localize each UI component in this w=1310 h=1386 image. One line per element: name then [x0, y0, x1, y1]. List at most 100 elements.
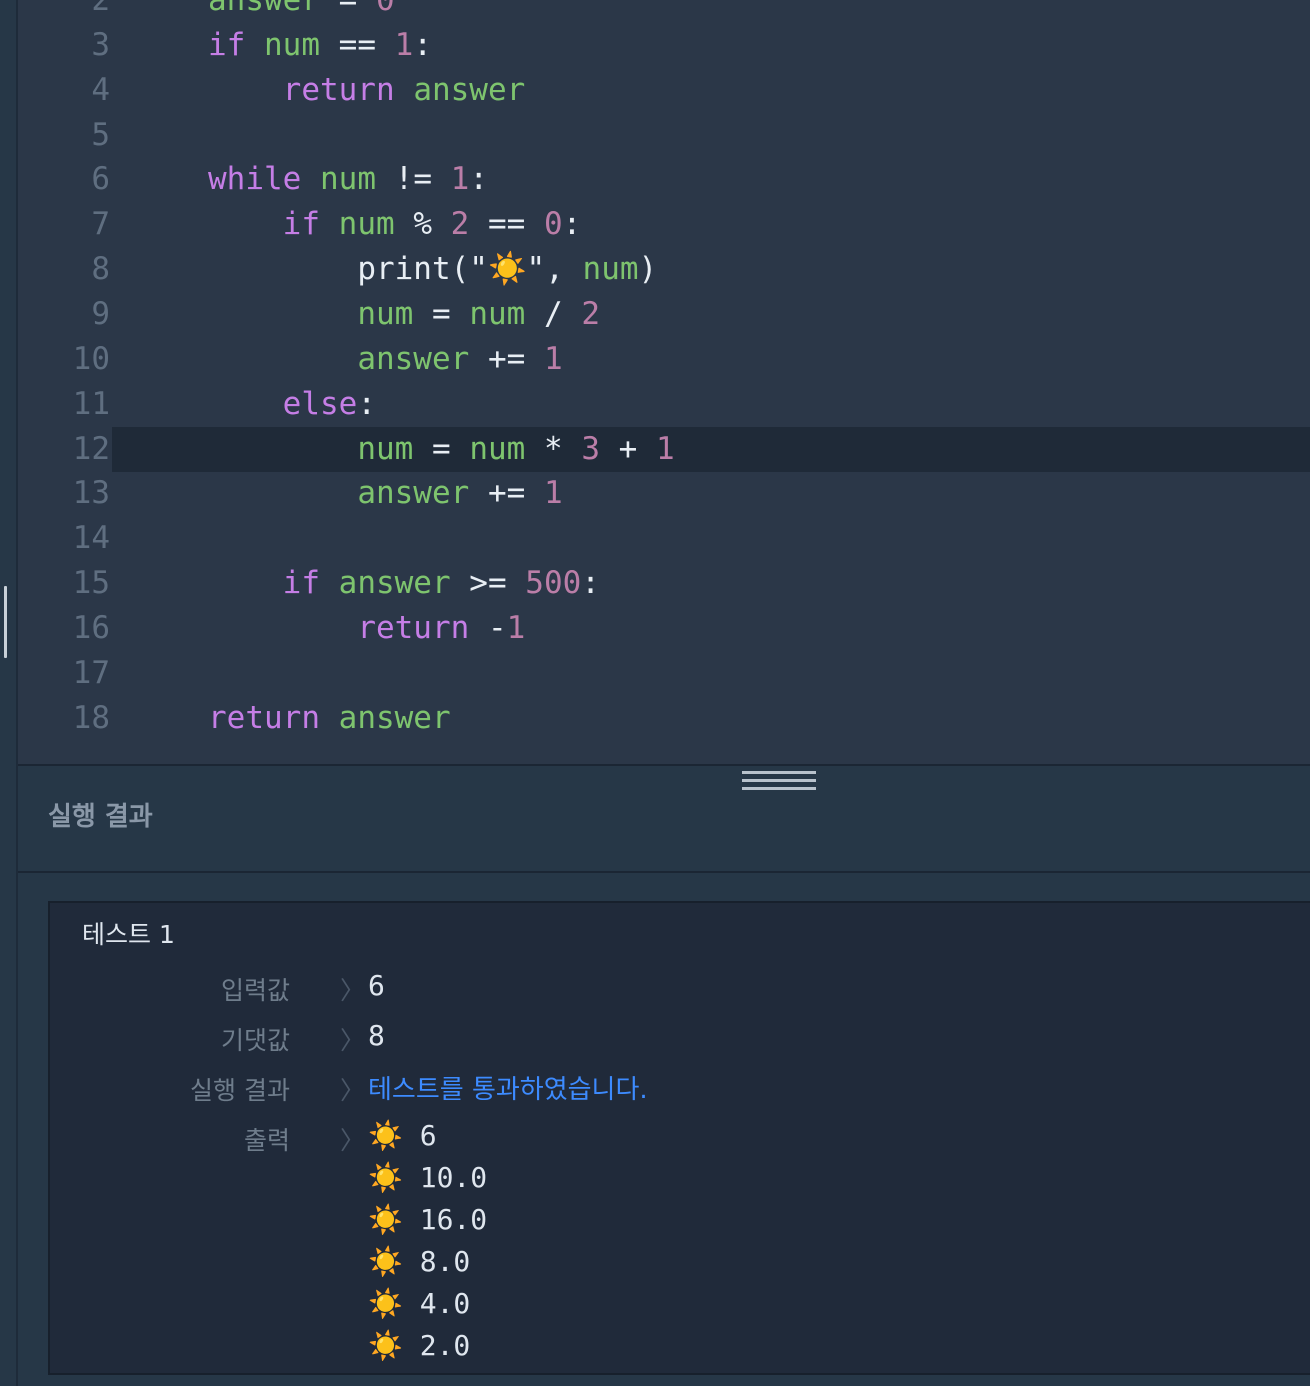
- code-token: 1: [394, 26, 414, 63]
- code-text: if answer >= 500:: [208, 561, 600, 606]
- code-token: !=: [376, 161, 451, 198]
- code-text: answer += 1: [208, 471, 563, 516]
- code-token: while: [208, 161, 302, 198]
- scroll-handle[interactable]: [4, 586, 7, 658]
- code-token: 1: [506, 609, 526, 646]
- code-token: return: [357, 609, 470, 646]
- output-line: ☀️ 10.0: [368, 1161, 488, 1194]
- line-number: 11: [72, 385, 110, 422]
- code-token: :: [562, 206, 582, 243]
- line-number: 2: [91, 0, 110, 18]
- code-token: :: [469, 161, 488, 198]
- result-header: 실행 결과: [18, 766, 1310, 873]
- code-line[interactable]: 3 if num == 1:: [18, 23, 1310, 68]
- code-line[interactable]: 16 return -1: [18, 606, 1310, 651]
- chevron-right-icon: 〉: [340, 1126, 366, 1155]
- code-token: if: [282, 565, 320, 602]
- code-line[interactable]: 7 if num % 2 == 0:: [18, 202, 1310, 247]
- code-line[interactable]: 8 print("☀️", num): [18, 247, 1310, 292]
- code-token: 2: [581, 295, 600, 332]
- code-token: 0: [375, 0, 395, 18]
- result-title: 실행 결과: [48, 802, 153, 832]
- code-editor[interactable]: 2 answer = 0 3 if num == 1: 4 return answer 5…: [18, 0, 1310, 764]
- code-line[interactable]: 15 if answer >= 500:: [18, 561, 1310, 606]
- code-token: print("☀️",: [357, 251, 583, 288]
- resize-grip-icon[interactable]: [742, 771, 816, 791]
- line-number: 8: [91, 251, 110, 288]
- result-value: 테스트를 통과하였습니다.: [368, 1075, 648, 1105]
- code-line[interactable]: 9 num = num / 2: [18, 292, 1310, 337]
- code-token: answer: [338, 565, 451, 602]
- code-line[interactable]: 12 num = num * 3 + 1: [73, 426, 1310, 472]
- code-line[interactable]: 17: [18, 651, 1310, 696]
- line-number: 13: [72, 475, 110, 512]
- code-token: answer: [338, 699, 451, 736]
- code-token: if: [208, 26, 246, 63]
- code-token: num: [469, 430, 526, 467]
- code-line[interactable]: 10 answer += 1: [18, 337, 1310, 382]
- output-line: ☀️ 4.0: [368, 1287, 471, 1320]
- output-line: ☀️ 6: [368, 1119, 437, 1152]
- code-token: 1: [655, 430, 675, 467]
- code-line[interactable]: 13 answer += 1: [18, 471, 1310, 516]
- code-token: answer: [357, 340, 470, 377]
- code-line[interactable]: 2 answer = 0: [18, 0, 1310, 23]
- code-token: =: [413, 430, 470, 467]
- input-value: 6: [368, 969, 385, 1002]
- code-token: 500: [525, 565, 582, 602]
- code-line[interactable]: 4 return answer: [18, 68, 1310, 113]
- output-line: ☀️ 16.0: [368, 1203, 488, 1236]
- code-token: 1: [543, 340, 563, 377]
- code-token: :: [581, 565, 600, 602]
- line-number: 18: [72, 699, 110, 736]
- code-line[interactable]: 18 return answer: [18, 696, 1310, 741]
- expected-label: 기댓값: [220, 1026, 290, 1055]
- code-token: 3: [581, 430, 600, 467]
- chevron-right-icon: 〉: [340, 976, 366, 1005]
- code-text: else:: [208, 382, 376, 427]
- code-token: =: [319, 0, 376, 18]
- code-token: return: [208, 699, 320, 736]
- code-token: if: [282, 206, 320, 243]
- code-line[interactable]: 11 else:: [18, 382, 1310, 427]
- result-body: 테스트 1 입력값 〉 6 기댓값 〉 8 실행 결과 〉 테스트를 통과하였습…: [18, 873, 1310, 1386]
- input-label: 입력값: [220, 976, 290, 1005]
- code-token: =: [413, 295, 470, 332]
- code-text: return answer: [208, 68, 526, 113]
- code-token: -: [469, 609, 507, 646]
- code-token: +=: [469, 340, 544, 377]
- code-text: return -1: [208, 606, 525, 651]
- code-text: num = num / 2: [208, 292, 600, 337]
- code-token: num: [357, 430, 414, 467]
- line-number: 7: [91, 206, 110, 243]
- code-token: answer: [413, 71, 526, 108]
- code-token: 1: [543, 475, 563, 512]
- line-number: 15: [72, 565, 110, 602]
- code-token: num: [264, 26, 320, 63]
- code-token: 2: [450, 206, 470, 243]
- code-line[interactable]: 14: [18, 516, 1310, 561]
- code-text: return answer: [208, 696, 451, 741]
- code-token: ): [638, 251, 658, 288]
- output-line: ☀️ 2.0: [368, 1329, 471, 1362]
- code-line[interactable]: 5: [18, 113, 1310, 158]
- code-text: while num != 1:: [208, 157, 488, 202]
- code-token: 0: [543, 206, 563, 243]
- code-token: answer: [357, 475, 470, 512]
- left-rail: [0, 0, 18, 1386]
- code-line[interactable]: 6 while num != 1:: [18, 157, 1310, 202]
- code-text: if num % 2 == 0:: [208, 202, 582, 247]
- test-card: 테스트 1 입력값 〉 6 기댓값 〉 8 실행 결과 〉 테스트를 통과하였습…: [48, 901, 1310, 1375]
